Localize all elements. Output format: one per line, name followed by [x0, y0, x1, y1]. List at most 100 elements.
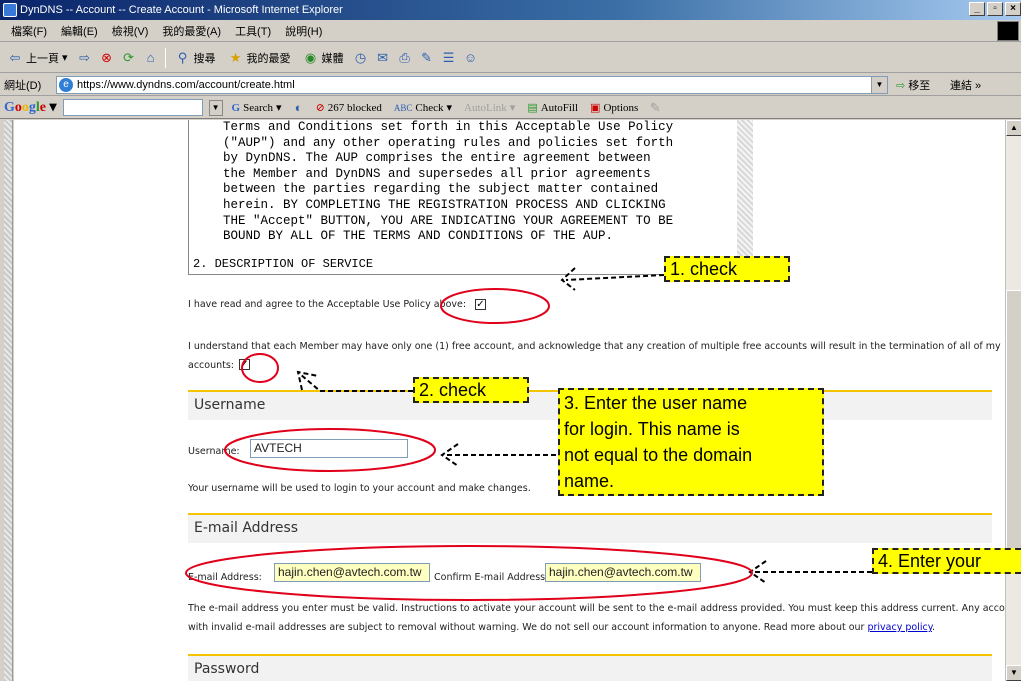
one-account-checkbox[interactable]: ✓	[239, 359, 250, 370]
username-label: Username:	[188, 446, 240, 457]
aup-line: herein. BY COMPLETING THE REGISTRATION P…	[223, 197, 666, 212]
autofill-label: AutoFill	[540, 101, 579, 114]
back-button[interactable]: ⇦ 上一頁 ▾	[4, 50, 71, 66]
step2-annotation: 2. check	[413, 377, 529, 403]
page-vertical-scrollbar[interactable]: ▲ ▼	[1005, 120, 1021, 681]
menu-edit[interactable]: 編輯(E)	[54, 23, 105, 39]
aup-agree-checkbox[interactable]: ✓	[475, 299, 486, 310]
refresh-icon[interactable]: ⟳	[121, 50, 137, 66]
confirm-email-input[interactable]: hajin.chen@avtech.com.tw	[545, 563, 701, 582]
search-label: 搜尋	[193, 52, 216, 65]
options-icon: ▣	[590, 102, 601, 114]
address-dropdown-icon[interactable]: ▼	[871, 77, 887, 93]
email-section-title: E-mail Address	[194, 520, 299, 536]
autofill-button[interactable]: ▤ AutoFill	[524, 101, 581, 115]
links-label: 連結	[950, 80, 972, 92]
home-icon[interactable]: ⌂	[143, 50, 159, 66]
close-button[interactable]: ×	[1005, 2, 1021, 16]
step3-annotation-line: name.	[564, 471, 615, 491]
autolink-button[interactable]: AutoLink ▾	[461, 101, 518, 115]
aup-scrollbar[interactable]	[737, 120, 753, 275]
aup-text: Terms and Conditions set forth in this A…	[223, 120, 733, 245]
email-label: E-mail Address:	[188, 572, 262, 583]
menu-favorites[interactable]: 我的最愛(A)	[155, 23, 228, 39]
highlight-pen-icon[interactable]: ✎	[647, 100, 663, 116]
messenger-icon[interactable]: ☺	[463, 50, 479, 66]
autofill-icon: ▤	[527, 102, 538, 114]
mail-icon[interactable]: ✉	[375, 50, 391, 66]
aup-section-heading: 2. DESCRIPTION OF SERVICE	[193, 257, 374, 271]
go-arrow-icon: ⇨	[896, 80, 906, 92]
google-search-input[interactable]	[62, 99, 203, 116]
step1-annotation: 1. check	[664, 256, 790, 282]
scroll-up-icon[interactable]: ▲	[1006, 120, 1021, 136]
search-icon: ⚲	[177, 49, 188, 65]
windows-logo-icon	[997, 21, 1019, 41]
minimize-button[interactable]: _	[969, 2, 985, 16]
stop-icon[interactable]: ⊗	[99, 50, 115, 66]
discuss-icon[interactable]: ☰	[441, 50, 457, 66]
one-account-label: I understand that each Member may have o…	[188, 341, 1001, 352]
aup-agree-label: I have read and agree to the Acceptable …	[188, 299, 467, 310]
spell-check-icon: ABC	[393, 102, 413, 113]
password-section-title: Password	[194, 661, 260, 677]
address-label: 網址(D)	[4, 79, 42, 92]
url-text: https://www.dyndns.com/account/create.ht…	[77, 79, 295, 91]
aup-line: THE "Accept" BUTTON, YOU ARE INDICATING …	[223, 213, 674, 228]
options-label: Options	[603, 101, 639, 114]
forward-arrow-icon[interactable]: ⇨	[77, 50, 93, 66]
menu-tools[interactable]: 工具(T)	[228, 23, 278, 39]
media-label: 媒體	[321, 52, 344, 65]
edit-icon[interactable]: ✎	[419, 50, 435, 66]
go-button[interactable]: ⇨ 移至	[896, 77, 930, 93]
window-title-bar: DynDNS -- Account -- Create Account - Mi…	[0, 0, 1021, 20]
step3-annotation-line: not equal to the domain	[564, 445, 753, 465]
spell-check-button[interactable]: ABC Check ▾	[391, 101, 455, 115]
email-help-text-cont: with invalid e-mail addresses are subjec…	[188, 622, 936, 633]
autolink-label: AutoLink	[464, 101, 507, 114]
google-news-icon[interactable]: ◐	[291, 100, 307, 116]
address-bar: 網址(D) e https://www.dyndns.com/account/c…	[0, 74, 1021, 96]
step4-annotation: 4. Enter your	[872, 548, 1021, 574]
menu-help[interactable]: 說明(H)	[278, 23, 329, 39]
aup-line: BOUND BY ALL OF THE TERMS AND CONDITIONS…	[223, 229, 614, 244]
back-arrow-icon: ⇦	[9, 49, 21, 65]
scroll-thumb[interactable]	[1006, 290, 1021, 555]
popup-blocker-button[interactable]: ⊘ 267 blocked	[313, 101, 385, 115]
email-help-text: The e-mail address you enter must be val…	[188, 603, 1021, 614]
confirm-email-label: Confirm E-mail Address:	[434, 572, 549, 583]
aup-line: ("AUP") and any other operating rules an…	[223, 135, 674, 150]
aup-line: the Member and DynDNS and supersedes all…	[223, 166, 651, 181]
links-button[interactable]: 連結 »	[950, 77, 981, 93]
password-section-header: Password	[188, 654, 992, 681]
step3-annotation-line: 3. Enter the user name	[564, 393, 748, 413]
toolbar-separator	[164, 47, 166, 68]
history-icon[interactable]: ◷	[353, 50, 369, 66]
menu-view[interactable]: 檢視(V)	[105, 23, 156, 39]
menu-bar: 檔案(F) 編輯(E) 檢視(V) 我的最愛(A) 工具(T) 說明(H)	[0, 20, 1021, 42]
aup-line: between the parties regarding the subjec…	[223, 182, 659, 197]
print-icon[interactable]: ⎙	[397, 50, 413, 66]
google-logo[interactable]: Google ▾	[4, 99, 57, 116]
options-button[interactable]: ▣ Options	[587, 101, 641, 115]
google-search-dropdown-icon[interactable]: ▼	[208, 99, 223, 116]
popup-blocker-icon: ⊘	[315, 102, 325, 114]
popup-blocked-count: 267 blocked	[327, 101, 382, 114]
maximize-button[interactable]: ▫	[987, 2, 1003, 16]
username-section-title: Username	[194, 397, 266, 413]
google-toolbar: Google ▾ ▼ G Search ▾ ◐ ⊘ 267 blocked AB…	[0, 97, 1021, 119]
email-input[interactable]: hajin.chen@avtech.com.tw	[274, 563, 430, 582]
scroll-down-icon[interactable]: ▼	[1006, 665, 1021, 681]
ie-app-icon	[3, 3, 17, 17]
username-input[interactable]: AVTECH	[250, 439, 408, 458]
favorites-button[interactable]: ★ 我的最愛	[225, 50, 294, 66]
menu-file[interactable]: 檔案(F)	[4, 23, 54, 39]
username-help-text: Your username will be used to login to y…	[188, 483, 531, 494]
url-input[interactable]: e https://www.dyndns.com/account/create.…	[56, 76, 888, 94]
back-label: 上一頁	[26, 52, 59, 65]
aup-textarea[interactable]: Terms and Conditions set forth in this A…	[188, 120, 753, 275]
search-button[interactable]: ⚲ 搜尋	[172, 50, 219, 66]
privacy-policy-link[interactable]: privacy policy	[867, 622, 932, 633]
google-search-button[interactable]: G Search ▾	[229, 101, 285, 115]
media-button[interactable]: ◉ 媒體	[300, 50, 347, 66]
